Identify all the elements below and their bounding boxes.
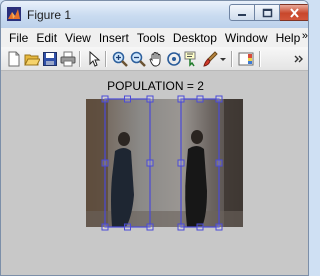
resize-handle[interactable]	[101, 159, 109, 167]
bounding-box-overlay	[101, 95, 223, 231]
menu-window[interactable]: Window	[221, 31, 272, 45]
close-button[interactable]	[280, 4, 308, 21]
close-icon	[290, 7, 299, 18]
data-cursor-icon[interactable]	[184, 51, 200, 67]
menu-file[interactable]: File	[5, 31, 32, 45]
minimize-icon	[238, 13, 246, 16]
figure-window: Figure 1 File Edit View Insert Tools Des…	[0, 0, 309, 276]
detection-box-1[interactable]	[101, 95, 154, 231]
menu-help[interactable]: Help	[272, 31, 305, 45]
save-icon[interactable]	[42, 51, 58, 67]
menu-desktop[interactable]: Desktop	[169, 31, 221, 45]
chevron-down-icon[interactable]	[219, 51, 227, 67]
matlab-icon	[7, 7, 21, 21]
zoom-out-icon[interactable]	[130, 51, 146, 67]
toolbar-separator	[231, 51, 233, 67]
open-file-icon[interactable]	[24, 51, 40, 67]
minimize-button[interactable]	[229, 4, 255, 21]
menu-tools[interactable]: Tools	[133, 31, 169, 45]
new-figure-icon[interactable]	[6, 51, 22, 67]
more-icon[interactable]	[293, 51, 305, 67]
resize-handle[interactable]	[146, 223, 154, 231]
menu-view[interactable]: View	[61, 31, 95, 45]
maximize-button[interactable]	[255, 4, 280, 21]
resize-handle[interactable]	[196, 95, 204, 103]
menu-insert[interactable]: Insert	[95, 31, 133, 45]
zoom-in-icon[interactable]	[112, 51, 128, 67]
window-title: Figure 1	[27, 8, 72, 22]
resize-handle[interactable]	[215, 223, 223, 231]
resize-handle[interactable]	[177, 95, 185, 103]
toolbar-separator	[79, 51, 81, 67]
figure-toolbar	[1, 47, 308, 71]
pointer-icon[interactable]	[86, 51, 102, 67]
title-bar[interactable]: Figure 1	[1, 1, 308, 28]
resize-handle[interactable]	[215, 95, 223, 103]
resize-handle[interactable]	[146, 95, 154, 103]
resize-handle[interactable]	[177, 159, 185, 167]
resize-handle[interactable]	[101, 223, 109, 231]
print-icon[interactable]	[60, 51, 76, 67]
detection-box-2[interactable]	[177, 95, 223, 231]
brush-icon[interactable]	[202, 51, 218, 67]
figure-canvas[interactable]: POPULATION = 2	[1, 71, 308, 275]
maximize-icon	[262, 8, 272, 17]
toolbar-separator	[105, 51, 107, 67]
resize-handle[interactable]	[146, 159, 154, 167]
toolbar-separator	[259, 51, 261, 67]
resize-handle[interactable]	[177, 223, 185, 231]
resize-handle[interactable]	[196, 223, 204, 231]
resize-handle[interactable]	[101, 95, 109, 103]
resize-handle[interactable]	[124, 223, 131, 231]
resize-handle[interactable]	[215, 159, 223, 167]
menu-overflow-icon[interactable]: »	[302, 30, 308, 42]
pan-icon[interactable]	[148, 51, 164, 67]
rotate-3d-icon[interactable]	[166, 51, 182, 67]
colorbar-icon[interactable]	[238, 51, 254, 67]
menu-bar: File Edit View Insert Tools Desktop Wind…	[1, 28, 308, 47]
menu-edit[interactable]: Edit	[32, 31, 61, 45]
resize-handle[interactable]	[124, 95, 131, 103]
